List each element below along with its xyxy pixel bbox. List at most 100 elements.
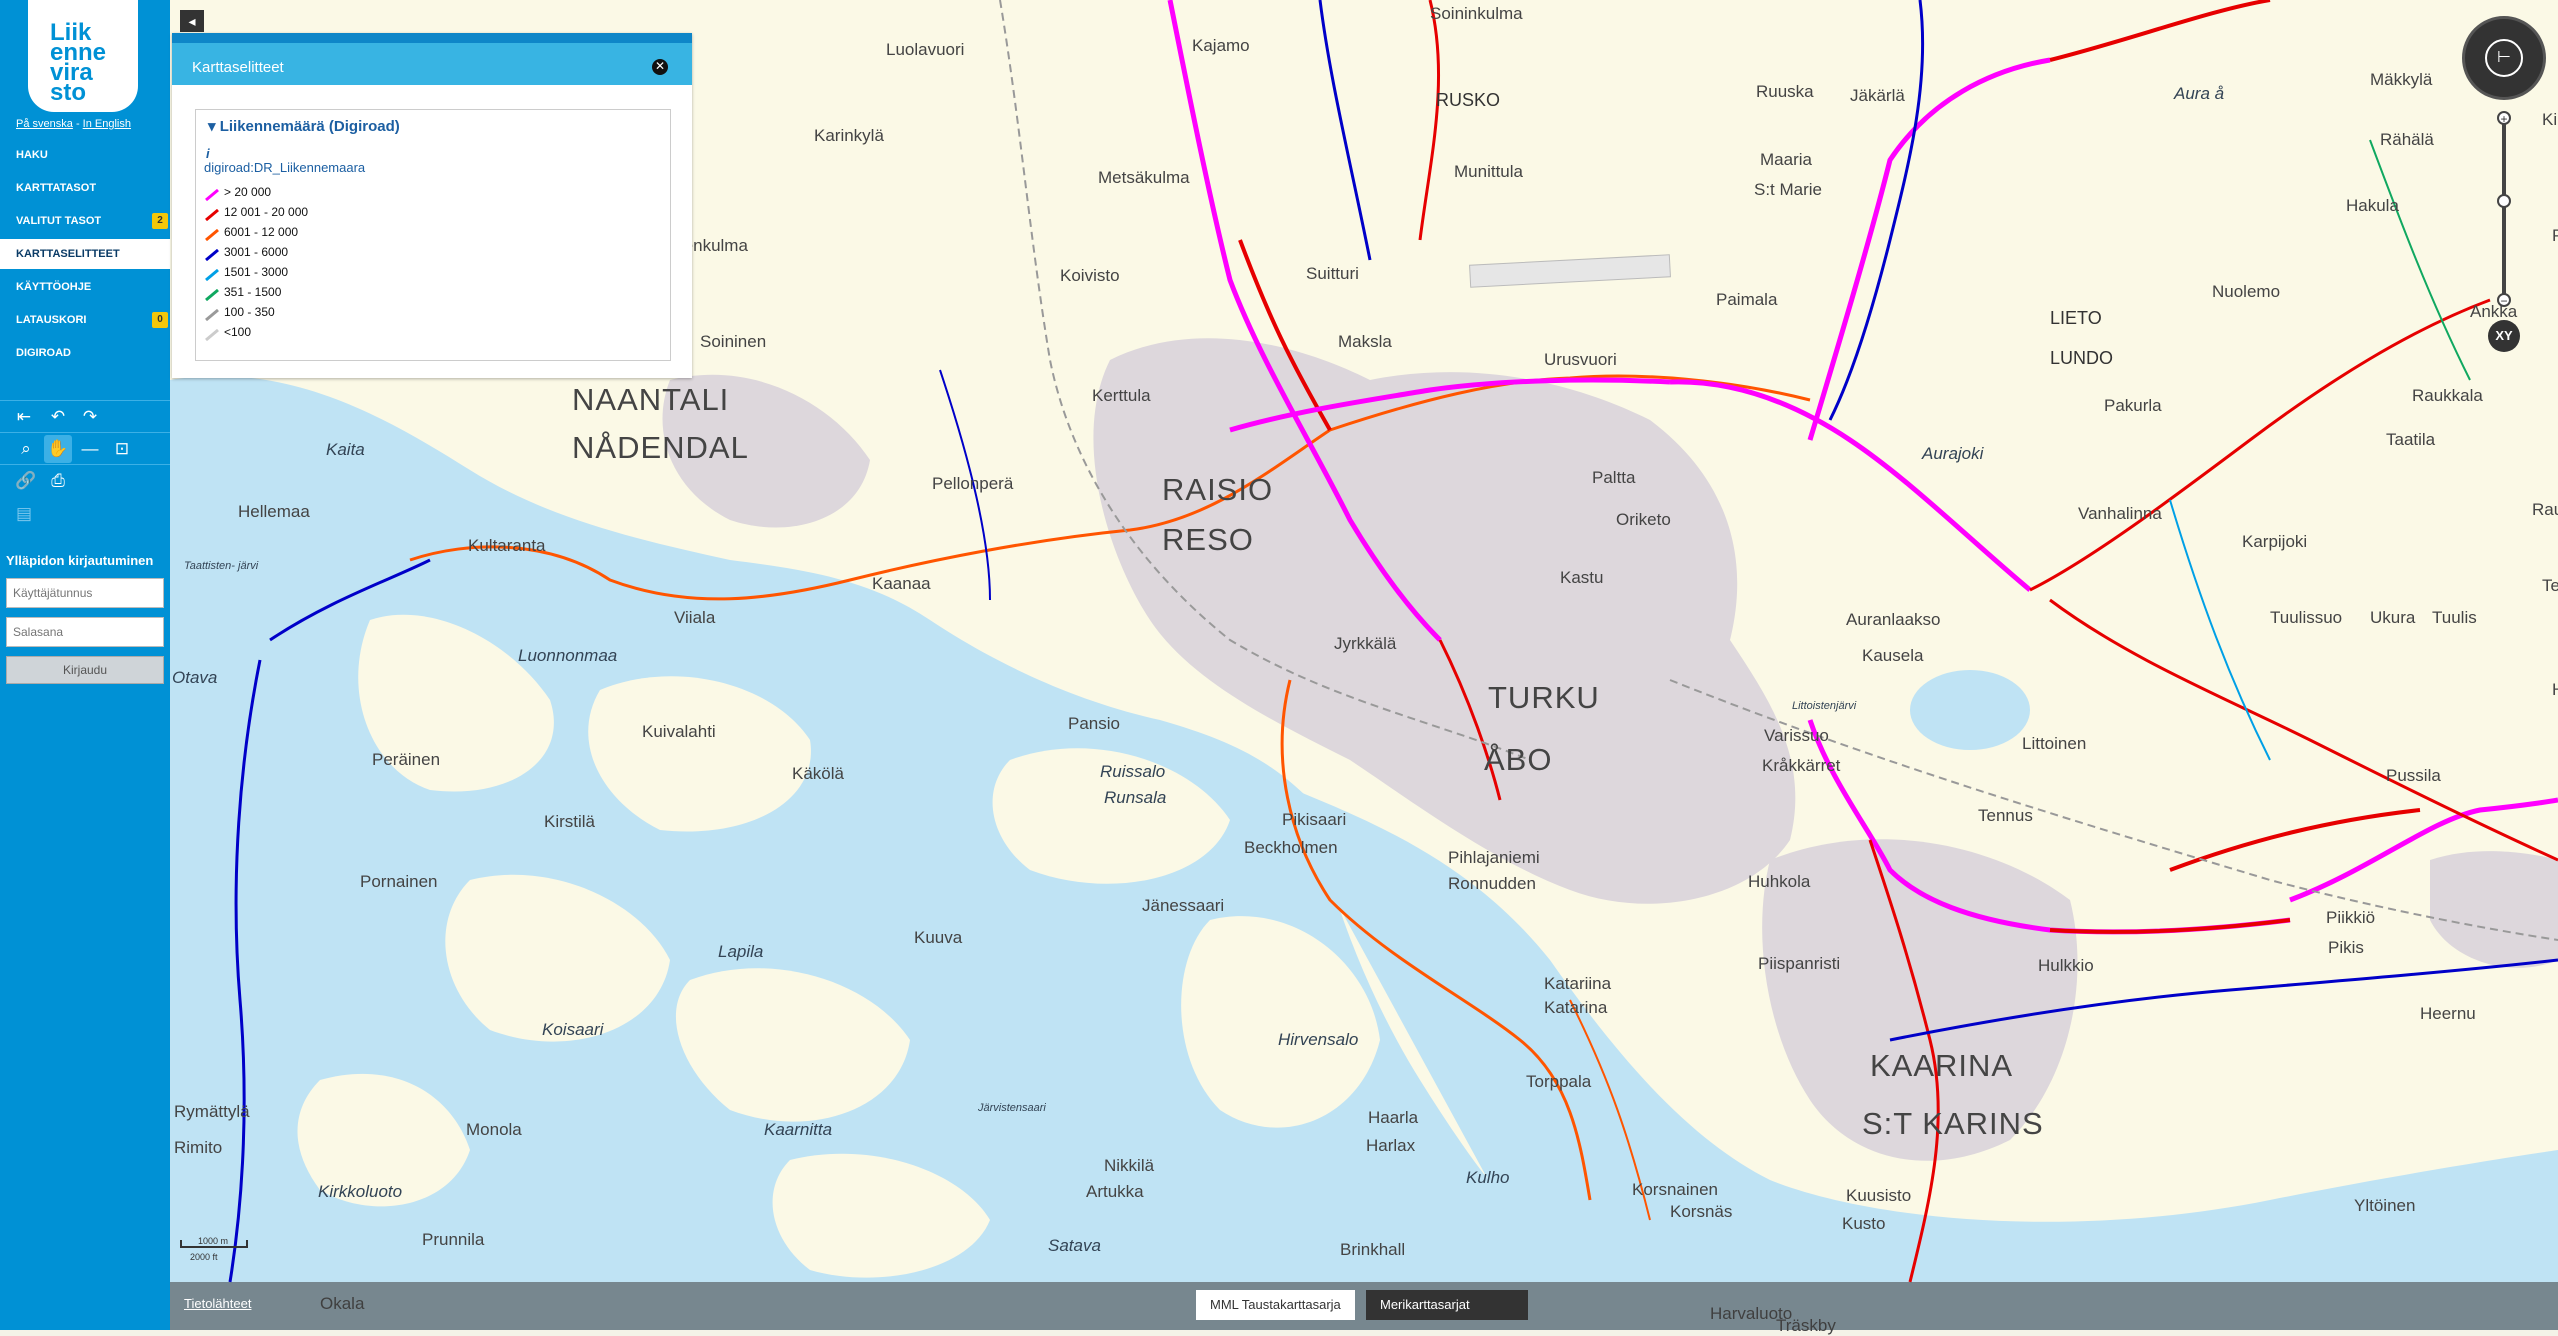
data-sources-link[interactable]: Tietolähteet bbox=[184, 1296, 251, 1311]
password-field[interactable] bbox=[6, 617, 164, 647]
place-label: Torppala bbox=[1526, 1072, 1592, 1091]
place-label: Kuuva bbox=[914, 928, 963, 947]
feature-data-icon[interactable]: ▤ bbox=[10, 500, 38, 528]
coordinate-tool-button[interactable]: XY bbox=[2488, 320, 2520, 352]
place-label: Viiala bbox=[674, 608, 716, 627]
place-label: Prunnila bbox=[422, 1230, 485, 1249]
legend-class-label: 100 - 350 bbox=[224, 305, 275, 319]
place-label: Peräinen bbox=[372, 750, 441, 769]
lang-english-link[interactable]: In English bbox=[83, 118, 131, 130]
place-label: Kir bbox=[2542, 110, 2558, 129]
legend-class-row: > 20 000 bbox=[204, 182, 271, 202]
place-label: Pakurla bbox=[2104, 396, 2162, 415]
collapse-panel-button[interactable]: ◂ bbox=[180, 10, 204, 32]
menu-item-karttatasot[interactable]: KARTTATASOT bbox=[0, 173, 170, 203]
place-label: Pellonperä bbox=[932, 474, 1014, 493]
place-label: Piispanristi bbox=[1758, 954, 1841, 973]
place-label: NÅDENDAL bbox=[572, 430, 749, 465]
place-label: Hulkkio bbox=[2038, 956, 2094, 975]
zoom-slider-handle[interactable] bbox=[2497, 194, 2511, 208]
place-label: Aurajoki bbox=[1922, 444, 1984, 463]
zoom-slider[interactable] bbox=[2502, 118, 2506, 302]
background-map-mml-button[interactable]: MML Taustakarttasarja bbox=[1196, 1290, 1355, 1320]
place-label: TURKU bbox=[1488, 680, 1600, 715]
place-label: Metsäkulma bbox=[1098, 168, 1190, 187]
legend-class-row: 12 001 - 20 000 bbox=[204, 202, 308, 222]
place-label: Kausela bbox=[1862, 646, 1924, 665]
background-map-sea-button[interactable]: Merikarttasarjat bbox=[1366, 1290, 1528, 1320]
place-label: ÅBO bbox=[1484, 742, 1553, 777]
place-label: Ruuska bbox=[1756, 82, 1814, 101]
place-label: Nuolemo bbox=[2212, 282, 2281, 301]
place-label: Oriketo bbox=[1616, 510, 1671, 529]
agency-logo[interactable]: Liik enne vira sto bbox=[28, 0, 138, 112]
place-label: Auranlaakso bbox=[1846, 610, 1941, 629]
place-label: Katarina bbox=[1544, 998, 1608, 1017]
menu-item-digiroad[interactable]: DIGIROAD bbox=[0, 338, 170, 368]
place-label: RAISIO bbox=[1162, 472, 1274, 507]
redo-icon[interactable]: ↷ bbox=[76, 403, 104, 431]
menu-item-latauskori[interactable]: LATAUSKORI 0 bbox=[0, 305, 170, 335]
place-label: Heernu bbox=[2420, 1004, 2476, 1023]
print-icon[interactable]: ⎙ bbox=[44, 467, 72, 495]
place-label: Teerla bbox=[2542, 576, 2558, 595]
count-badge: 2 bbox=[152, 213, 168, 229]
place-label: Katariina bbox=[1544, 974, 1612, 993]
place-label: Koivisto bbox=[1060, 266, 1120, 285]
info-icon[interactable]: i bbox=[206, 146, 210, 161]
legend-class-row: 100 - 350 bbox=[204, 302, 275, 322]
menu-item-karttaselitteet[interactable]: KARTTASELITTEET bbox=[0, 239, 170, 269]
legend-swatch bbox=[204, 247, 220, 261]
place-label: Karpijoki bbox=[2242, 532, 2308, 551]
undo-icon[interactable]: ↶ bbox=[44, 403, 72, 431]
place-label: Korsnainen bbox=[1632, 1180, 1719, 1199]
place-label: Kaanaa bbox=[872, 574, 931, 593]
place-label: Kirkkoluoto bbox=[318, 1182, 403, 1201]
place-label: Kirstilä bbox=[544, 812, 596, 831]
place-label: Taatila bbox=[2386, 430, 2436, 449]
place-label: S:T KARINS bbox=[1862, 1106, 2044, 1141]
legend-toggle[interactable]: ▾ Liikennemäärä (Digiroad) bbox=[208, 117, 400, 135]
place-label: Rimito bbox=[174, 1138, 223, 1157]
pan-compass[interactable]: ⊢ bbox=[2462, 16, 2546, 100]
measure-line-icon[interactable]: — bbox=[76, 435, 104, 463]
close-icon[interactable]: ✕ bbox=[652, 59, 668, 75]
menu-item-valitut-tasot[interactable]: VALITUT TASOT 2 bbox=[0, 206, 170, 236]
zoom-out-icon[interactable]: − bbox=[2497, 293, 2511, 307]
place-label: Hirvensalo bbox=[1278, 1030, 1359, 1049]
place-label: Littoistenjärvi bbox=[1792, 700, 1857, 712]
place-label: Artukka bbox=[1086, 1182, 1144, 1201]
legend-class-label: 6001 - 12 000 bbox=[224, 225, 299, 239]
place-label: Jyrkkälä bbox=[1334, 634, 1397, 653]
menu-label: HAKU bbox=[16, 149, 48, 161]
username-field[interactable] bbox=[6, 578, 164, 608]
login-button[interactable]: Kirjaudu bbox=[6, 656, 164, 684]
place-label: Lapila bbox=[718, 942, 764, 961]
pan-hand-icon[interactable]: ✋ bbox=[44, 435, 72, 463]
measure-area-icon[interactable]: ⊡ bbox=[108, 435, 136, 463]
legend-class-row: 3001 - 6000 bbox=[204, 242, 288, 262]
place-label: Kastu bbox=[1560, 568, 1604, 587]
link-icon[interactable]: 🔗 bbox=[12, 467, 40, 495]
zoom-box-icon[interactable]: ⌕ bbox=[12, 435, 40, 463]
place-label: Huhkola bbox=[1748, 872, 1811, 891]
legend-class-label: 351 - 1500 bbox=[224, 285, 282, 299]
menu-item-haku[interactable]: HAKU bbox=[0, 140, 170, 170]
place-label: Ronnudden bbox=[1448, 874, 1536, 893]
menu-label: KARTTASELITTEET bbox=[16, 248, 120, 260]
compass-reset-icon[interactable]: ⊢ bbox=[2485, 39, 2523, 77]
legend-panel-header: Karttaselitteet ✕ bbox=[172, 33, 692, 85]
place-label: Paimala bbox=[1716, 290, 1778, 309]
reset-view-icon[interactable]: ⇤ bbox=[10, 403, 38, 431]
lang-swedish-link[interactable]: På svenska bbox=[16, 118, 73, 130]
legend-swatch bbox=[204, 227, 220, 241]
menu-item-kayttoohje[interactable]: KÄYTTÖOHJE bbox=[0, 272, 170, 302]
zoom-in-icon[interactable]: + bbox=[2497, 111, 2511, 125]
legend-class-row: <100 bbox=[204, 322, 251, 342]
place-label: Taattisten- järvi bbox=[184, 560, 259, 572]
place-label: Karinkylä bbox=[814, 126, 884, 145]
place-label: Hepoj bbox=[2552, 680, 2558, 700]
place-label: Pornainen bbox=[360, 872, 438, 891]
sidebar: Liik enne vira sto På svenska - In Engli… bbox=[0, 0, 170, 1330]
login-title: Ylläpidon kirjautuminen bbox=[6, 553, 154, 568]
